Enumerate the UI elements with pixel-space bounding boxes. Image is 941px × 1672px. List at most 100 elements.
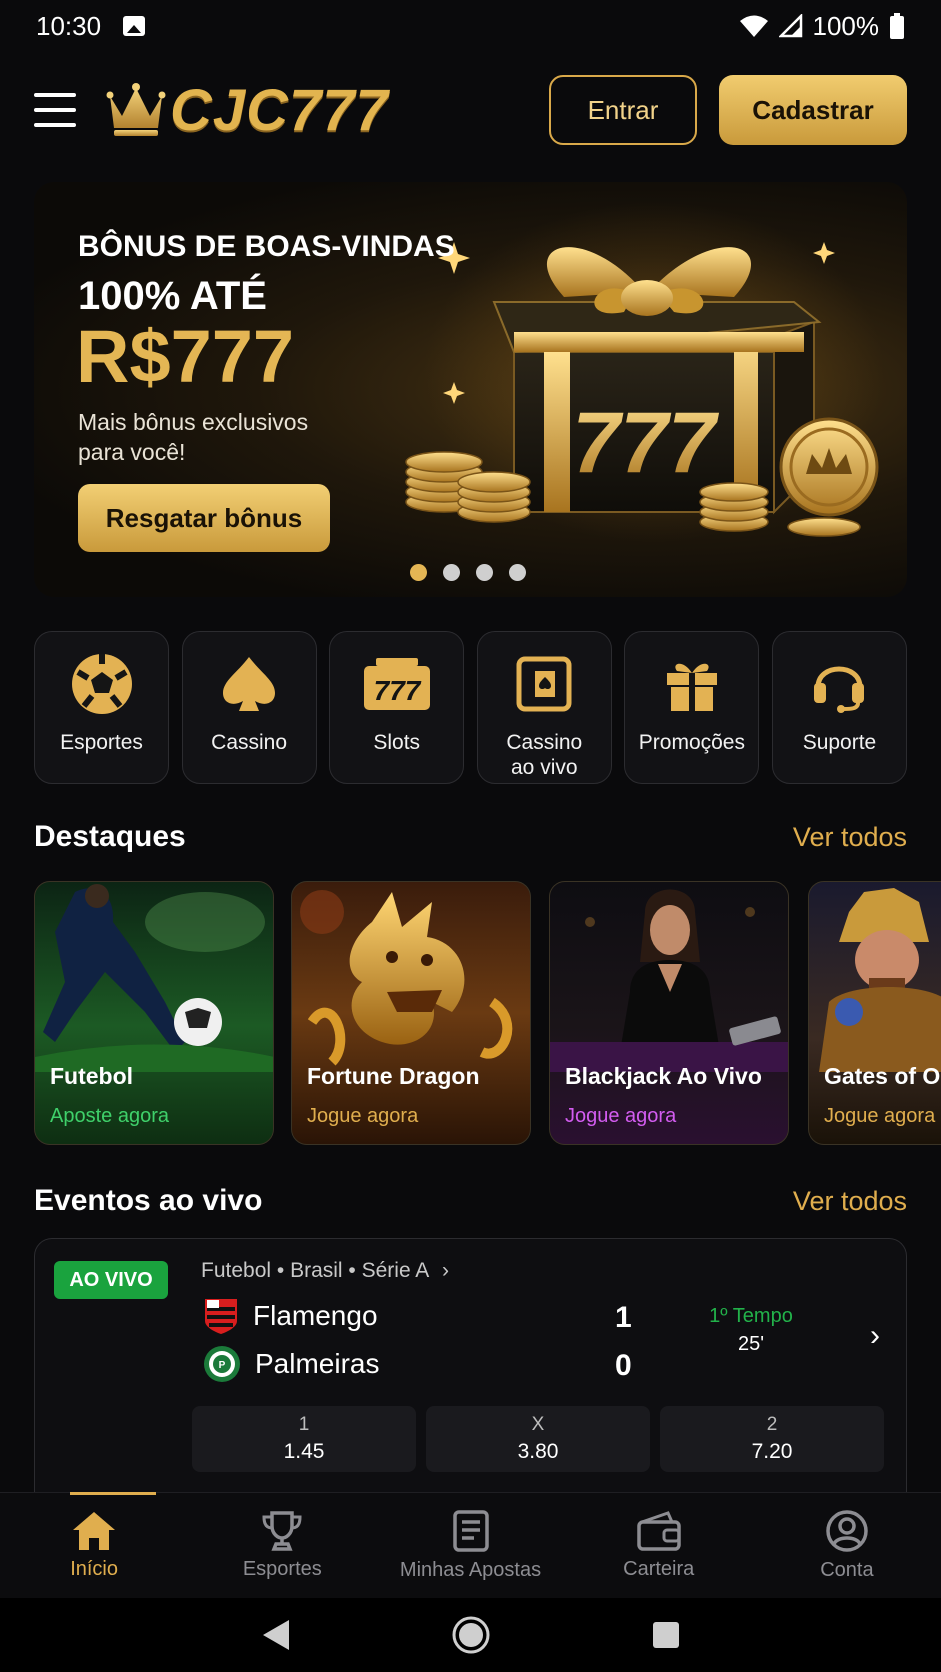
app-header: CJC777 Entrar Cadastrar	[0, 60, 941, 160]
carousel-dot[interactable]	[509, 564, 526, 581]
category-promotions[interactable]: Promoções	[624, 631, 760, 784]
live-dealer-art	[550, 889, 788, 1072]
odd-value: 7.20	[751, 1440, 793, 1463]
live-event-card[interactable]: AO VIVO Futebol • Brasil • Série A › Fla…	[34, 1238, 907, 1492]
signal-icon	[778, 14, 802, 38]
category-casino[interactable]: Cassino	[181, 631, 317, 784]
nav-home[interactable]: Início	[0, 1493, 188, 1598]
carousel-dot[interactable]	[410, 564, 427, 581]
status-time: 10:30	[36, 10, 102, 41]
betslip-icon	[452, 1510, 489, 1552]
palmeiras-crest-icon: P	[204, 1346, 240, 1382]
banner-subtitle: 100% ATÉ	[78, 274, 267, 318]
status-bar: 10:30 100%	[0, 0, 941, 52]
headset-icon	[814, 666, 865, 713]
category-label: Slots	[373, 731, 421, 754]
live-events-title: Eventos ao vivo	[34, 1184, 263, 1217]
carousel-dots	[410, 564, 526, 581]
active-tab-indicator	[70, 1492, 156, 1495]
nav-my-bets[interactable]: Minhas Apostas	[376, 1493, 564, 1598]
match-minute: 25'	[737, 1333, 765, 1355]
category-live-casino[interactable]: Cassino ao vivo	[476, 631, 612, 784]
gift-box-illustration: 777	[405, 202, 884, 542]
event-league[interactable]: Futebol • Brasil • Série A ›	[201, 1259, 449, 1283]
chevron-right-icon[interactable]: ›	[870, 1319, 880, 1353]
nav-sports[interactable]: Esportes	[188, 1493, 376, 1598]
home-icon	[73, 1512, 116, 1550]
featured-card-fortune-dragon[interactable]: Fortune Dragon Jogue agora	[291, 881, 531, 1145]
home-circle-icon[interactable]	[451, 1615, 491, 1655]
logo-text: CJC777	[170, 77, 389, 143]
olympus-warrior-art	[819, 888, 941, 1072]
system-navigation-bar	[0, 1598, 941, 1672]
flamengo-crest-icon	[205, 1299, 237, 1334]
carousel-dot[interactable]	[476, 564, 493, 581]
gift-icon	[666, 663, 717, 711]
slot-777-icon: 777	[363, 658, 430, 710]
back-icon[interactable]	[261, 1618, 291, 1652]
highlights-title: Destaques	[34, 820, 186, 853]
featured-cta: Jogue agora	[824, 1105, 936, 1127]
home-team-name: Flamengo	[253, 1300, 378, 1331]
category-slots[interactable]: 777 Slots	[329, 631, 465, 784]
golden-dragon-art	[300, 890, 513, 1066]
category-grid: Esportes Cassino 777 Slots Cassino ao vi…	[34, 631, 907, 784]
odd-label: X	[531, 1414, 545, 1435]
register-button[interactable]: Cadastrar	[719, 75, 907, 145]
carousel-dot[interactable]	[443, 564, 460, 581]
away-team: P Palmeiras	[203, 1345, 379, 1383]
league-text: Futebol • Brasil • Série A	[201, 1259, 429, 1282]
crown-icon	[106, 83, 166, 136]
category-label: Suporte	[802, 731, 877, 754]
odds-row: 1 1.45 X 3.80 2 7.20	[192, 1406, 884, 1472]
featured-cta: Jogue agora	[307, 1105, 419, 1127]
welcome-bonus-banner[interactable]: 777 BÔNUS DE BOAS-VINDAS 100% ATÉ R$777 …	[34, 182, 907, 597]
nav-account[interactable]: Conta	[753, 1493, 941, 1598]
live-badge: AO VIVO	[54, 1261, 168, 1299]
banner-title: BÔNUS DE BOAS-VINDAS	[78, 230, 455, 263]
svg-text:P: P	[219, 1360, 226, 1371]
recents-icon[interactable]	[651, 1620, 681, 1650]
svg-text:777: 777	[373, 675, 421, 706]
featured-card-gates-of-olympus[interactable]: Gates of Olympus Jogue agora	[808, 881, 941, 1145]
odd-draw-button[interactable]: X 3.80	[426, 1406, 650, 1472]
claim-bonus-button[interactable]: Resgatar bônus	[78, 484, 330, 552]
featured-cta: Aposte agora	[50, 1105, 169, 1127]
login-button[interactable]: Entrar	[549, 75, 697, 145]
battery-percent: 100%	[812, 10, 880, 41]
home-score: 1	[615, 1301, 632, 1334]
nav-label: Esportes	[242, 1558, 322, 1580]
featured-card-football[interactable]: Futebol Aposte agora	[34, 881, 274, 1145]
battery-icon	[890, 13, 904, 39]
chevron-right-icon: ›	[442, 1259, 449, 1282]
featured-name: Fortune Dragon	[307, 1063, 480, 1089]
soccer-ball-icon	[71, 654, 132, 714]
odd-value: 1.45	[283, 1440, 325, 1463]
spade-icon	[223, 657, 276, 711]
highlights-see-all-link[interactable]: Ver todos	[793, 822, 907, 853]
featured-card-blackjack-live[interactable]: Blackjack Ao Vivo Jogue agora	[549, 881, 789, 1145]
category-sports[interactable]: Esportes	[34, 631, 169, 784]
category-label: Cassino ao vivo	[506, 731, 583, 779]
live-cards-icon	[516, 656, 572, 712]
odd-label: 2	[766, 1414, 778, 1435]
nav-wallet[interactable]: Carteira	[565, 1493, 753, 1598]
banner-description: Mais bônus exclusivos para você!	[78, 409, 309, 465]
football-player-art	[35, 884, 273, 1072]
odd-value: 3.80	[517, 1440, 559, 1463]
brand-logo[interactable]: CJC777	[106, 77, 389, 144]
category-support[interactable]: Suporte	[771, 631, 907, 784]
nav-label: Minhas Apostas	[399, 1559, 542, 1581]
featured-name: Futebol	[50, 1063, 134, 1089]
menu-icon[interactable]	[34, 93, 76, 127]
nav-label: Início	[70, 1558, 118, 1580]
banner-amount: R$777	[76, 315, 295, 398]
away-team-name: Palmeiras	[255, 1348, 380, 1379]
wifi-icon	[739, 15, 768, 37]
live-events-see-all-link[interactable]: Ver todos	[793, 1186, 907, 1217]
wallet-icon	[636, 1511, 681, 1551]
featured-name: Blackjack Ao Vivo	[565, 1063, 762, 1089]
odd-away-button[interactable]: 2 7.20	[660, 1406, 884, 1472]
odd-home-button[interactable]: 1 1.45	[192, 1406, 416, 1472]
featured-cta: Jogue agora	[565, 1105, 677, 1127]
